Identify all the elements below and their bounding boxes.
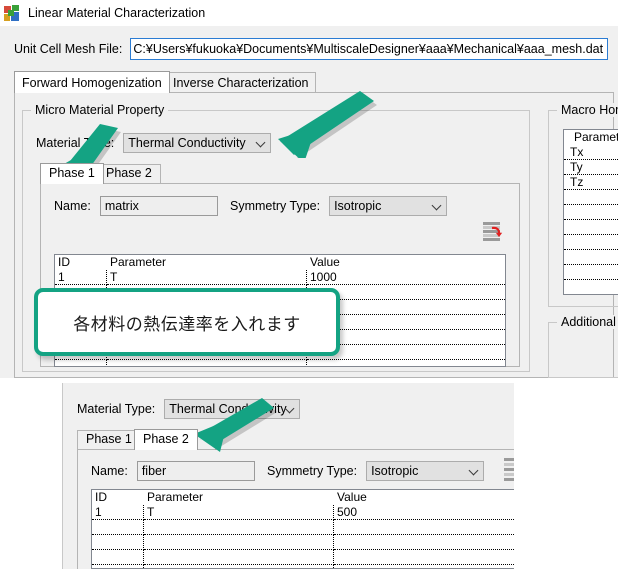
inset-material-type-label: Material Type: bbox=[77, 402, 156, 416]
grid-header-row: ID Parameter Value bbox=[92, 490, 514, 505]
cell-id: 1 bbox=[55, 270, 107, 285]
inset-window: Material Type: Thermal Conductivity Phas… bbox=[62, 383, 514, 569]
grid-col-id: ID bbox=[95, 490, 107, 504]
cell-id bbox=[55, 360, 107, 366]
cell-parameter bbox=[144, 520, 334, 535]
arrow-to-material-type-icon bbox=[250, 86, 380, 163]
screenshot-root: Linear Material Characterization Unit Ce… bbox=[0, 0, 618, 569]
chevron-down-icon bbox=[470, 467, 477, 474]
symmetry-type-row: Symmetry Type: Isotropic bbox=[230, 196, 448, 216]
inset-phase-tab-strip: Phase 1 Phase 2 bbox=[77, 429, 514, 450]
title-bar: Linear Material Characterization bbox=[0, 0, 618, 26]
inset-name-label: Name: bbox=[91, 464, 128, 478]
annotation-callout-text: 各材料の熱伝達率を入れます bbox=[73, 314, 301, 335]
cell-parameter bbox=[144, 550, 334, 565]
table-row[interactable] bbox=[92, 520, 514, 535]
cell-parameter bbox=[144, 565, 334, 568]
grid-col-parameter: Parameter bbox=[147, 490, 204, 504]
inset-symmetry-type-select[interactable]: Isotropic bbox=[366, 461, 485, 481]
cell-value bbox=[307, 360, 505, 366]
cell-value bbox=[334, 550, 514, 565]
cell-id bbox=[92, 520, 144, 535]
cell-parameter: T bbox=[144, 505, 334, 520]
table-row[interactable] bbox=[92, 565, 514, 568]
micro-group-title: Micro Material Property bbox=[31, 103, 169, 117]
additional-materials-group: Additional M bbox=[548, 315, 618, 378]
window-title: Linear Material Characterization bbox=[28, 6, 206, 20]
inset-table-import-icon[interactable] bbox=[504, 455, 514, 485]
inset-parameter-grid[interactable]: ID Parameter Value 1 T 500 bbox=[91, 489, 514, 569]
grid-col-value: Value bbox=[310, 255, 340, 269]
annotation-callout: 各材料の熱伝達率を入れます bbox=[34, 288, 340, 356]
table-row[interactable]: 1 T 1000 bbox=[55, 270, 505, 285]
cell-id bbox=[92, 535, 144, 550]
chevron-down-icon bbox=[433, 202, 440, 209]
macro-parameter-grid[interactable]: Parameter Tx Ty Tz bbox=[563, 129, 618, 295]
macro-row-empty[interactable] bbox=[564, 265, 618, 280]
inset-phase-tab-phase-1[interactable]: Phase 1 bbox=[77, 430, 141, 449]
cell-value: 500 bbox=[334, 505, 514, 520]
macro-grid-col-parameter: Parameter bbox=[574, 130, 618, 144]
symmetry-type-value: Isotropic bbox=[334, 199, 382, 213]
name-input[interactable]: matrix bbox=[99, 196, 218, 216]
cell-id bbox=[92, 565, 144, 568]
name-label: Name: bbox=[54, 199, 91, 213]
cell-parameter bbox=[144, 535, 334, 550]
symmetry-type-label: Symmetry Type: bbox=[230, 199, 321, 213]
inset-symmetry-type-row: Symmetry Type: Isotropic bbox=[267, 461, 485, 481]
table-row[interactable]: 1 T 500 bbox=[92, 505, 514, 520]
grid-col-id: ID bbox=[58, 255, 70, 269]
additional-group-title: Additional M bbox=[557, 315, 618, 329]
macro-row-empty[interactable] bbox=[564, 235, 618, 250]
inset-phase-tab-phase-2[interactable]: Phase 2 bbox=[134, 429, 198, 450]
macro-row-tx[interactable]: Tx bbox=[564, 145, 618, 160]
macro-row-empty[interactable] bbox=[564, 280, 618, 294]
cell-parameter bbox=[107, 360, 307, 366]
grid-col-value: Value bbox=[337, 490, 367, 504]
name-row: Name: matrix bbox=[54, 196, 218, 216]
macro-row-empty[interactable] bbox=[564, 190, 618, 205]
chevron-down-icon bbox=[286, 405, 293, 412]
macro-group-title: Macro Homo bbox=[557, 103, 618, 117]
mesh-file-input[interactable]: C:¥Users¥fukuoka¥Documents¥MultiscaleDes… bbox=[130, 38, 609, 60]
tab-forward-homogenization[interactable]: Forward Homogenization bbox=[14, 71, 170, 93]
cell-value bbox=[334, 520, 514, 535]
grid-col-parameter: Parameter bbox=[110, 255, 167, 269]
cell-id: 1 bbox=[92, 505, 144, 520]
macro-row-tz[interactable]: Tz bbox=[564, 175, 618, 190]
table-row[interactable] bbox=[92, 535, 514, 550]
macro-row-empty[interactable] bbox=[564, 205, 618, 220]
cell-parameter: T bbox=[107, 270, 307, 285]
macro-row-ty[interactable]: Ty bbox=[564, 160, 618, 175]
mesh-file-row: Unit Cell Mesh File: C:¥Users¥fukuoka¥Do… bbox=[14, 38, 609, 60]
table-row[interactable] bbox=[55, 360, 505, 366]
mesh-file-label: Unit Cell Mesh File: bbox=[14, 42, 123, 56]
app-blocks-icon bbox=[4, 4, 21, 22]
macro-row-empty[interactable] bbox=[564, 250, 618, 265]
table-import-icon[interactable] bbox=[479, 219, 505, 245]
cell-value: 1000 bbox=[307, 270, 505, 285]
inset-symmetry-type-label: Symmetry Type: bbox=[267, 464, 358, 478]
cell-id bbox=[92, 550, 144, 565]
inset-symmetry-type-value: Isotropic bbox=[371, 464, 419, 478]
inset-name-row: Name: fiber bbox=[91, 461, 255, 481]
inset-name-input[interactable]: fiber bbox=[136, 461, 255, 481]
grid-header-row: ID Parameter Value bbox=[55, 255, 505, 270]
symmetry-type-select[interactable]: Isotropic bbox=[329, 196, 448, 216]
cell-value bbox=[334, 535, 514, 550]
phase-tab-phase-1[interactable]: Phase 1 bbox=[40, 163, 104, 184]
macro-row-empty[interactable] bbox=[564, 220, 618, 235]
cell-value bbox=[334, 565, 514, 568]
table-row[interactable] bbox=[92, 550, 514, 565]
